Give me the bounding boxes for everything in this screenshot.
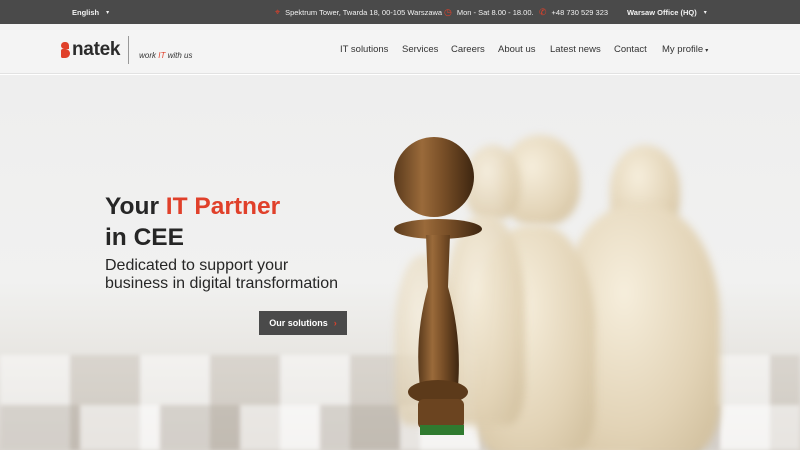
- tagline-it: IT: [158, 50, 166, 60]
- tagline: work IT with us: [139, 51, 192, 60]
- phone-text: +48 730 529 323: [551, 7, 609, 17]
- nav-careers[interactable]: Careers: [451, 44, 485, 55]
- logo-text: natek: [72, 39, 121, 60]
- hero-title-accent: IT Partner: [165, 193, 281, 220]
- logo[interactable]: natek work IT with us: [60, 36, 193, 64]
- phone-icon: ✆: [539, 6, 547, 17]
- tagline-pre: work: [139, 50, 157, 60]
- hero-title-line2: in CEE: [105, 224, 184, 251]
- hours-text: Mon - Sat 8.00 - 18.00.: [456, 7, 534, 17]
- map-pin-icon: ⌖: [275, 6, 281, 17]
- nav-about-us[interactable]: About us: [498, 44, 536, 55]
- my-profile-label: My profile: [662, 43, 704, 55]
- hero-title: Your IT Partner: [105, 191, 338, 222]
- hero-subtitle-line1: Dedicated to support your: [105, 257, 289, 274]
- hero-subtitle-line2: business in digital transformation: [105, 275, 339, 292]
- chevron-down-icon: ▾: [106, 9, 110, 16]
- phone-link[interactable]: ✆ +48 730 529 323: [539, 0, 608, 24]
- top-info-bar: English ▾ ⌖ Spektrum Tower, Twarda 18, 0…: [0, 0, 800, 24]
- hero-text-block: Your IT Partner in CEE Dedicated to supp…: [105, 191, 338, 293]
- nav-it-solutions[interactable]: IT solutions: [340, 44, 388, 55]
- clock-icon: ◷: [444, 6, 452, 17]
- chevron-down-icon: ▾: [703, 9, 707, 16]
- our-solutions-button[interactable]: Our solutions ›: [259, 311, 347, 335]
- office-selector[interactable]: Warsaw Office (HQ) ▾: [627, 0, 707, 24]
- cta-label: Our solutions: [269, 318, 328, 328]
- nav-services[interactable]: Services: [402, 44, 438, 55]
- language-selector[interactable]: English ▾: [72, 0, 109, 24]
- tagline-post: with us: [167, 50, 193, 60]
- nav-latest-news[interactable]: Latest news: [550, 44, 601, 55]
- address-text: Spektrum Tower, Twarda 18, 00-105 Warsza…: [285, 7, 443, 17]
- wooden-pawn-image: [394, 137, 482, 435]
- hero-title-pre: Your: [105, 193, 166, 220]
- hours-info: ◷ Mon - Sat 8.00 - 18.00.: [444, 0, 534, 24]
- chevron-down-icon: ▾: [705, 47, 709, 54]
- address-info: ⌖ Spektrum Tower, Twarda 18, 00-105 Wars…: [275, 0, 442, 24]
- nav-contact[interactable]: Contact: [614, 44, 647, 55]
- language-label: English: [72, 7, 100, 17]
- logo-mark-icon: [60, 42, 70, 58]
- office-label: Warsaw Office (HQ): [627, 7, 697, 17]
- nav-my-profile[interactable]: My profile ▾: [662, 44, 708, 55]
- logo-divider: [128, 36, 130, 64]
- hero-banner: Your IT Partner in CEE Dedicated to supp…: [0, 75, 800, 450]
- chevron-right-icon: ›: [333, 318, 337, 328]
